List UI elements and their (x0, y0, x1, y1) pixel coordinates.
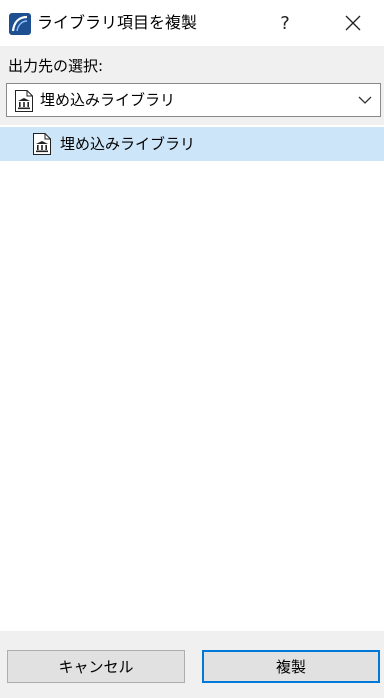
list-item-label: 埋め込みライブラリ (60, 135, 196, 153)
dialog-title: ライブラリ項目を複製 (37, 13, 198, 32)
embedded-library-icon (33, 133, 51, 155)
cancel-button[interactable]: キャンセル (7, 650, 185, 683)
embedded-library-icon (15, 90, 33, 112)
destination-dropdown[interactable]: 埋め込みライブラリ (6, 83, 381, 117)
archicad-app-icon (9, 13, 31, 35)
duplicate-button[interactable]: 複製 (202, 650, 380, 683)
close-button[interactable] (330, 0, 376, 46)
library-list: 埋め込みライブラリ (0, 125, 384, 631)
destination-label: 出力先の選択: (8, 57, 104, 75)
title-bar: ライブラリ項目を複製 ? (0, 0, 384, 46)
help-button[interactable]: ? (262, 0, 308, 46)
close-icon (345, 15, 361, 31)
destination-selected-value: 埋め込みライブラリ (40, 91, 176, 109)
duplicate-library-item-dialog: ライブラリ項目を複製 ? 出力先の選択: 埋め込みライブラリ 埋め込みライブラリ… (0, 0, 384, 698)
dialog-body: 出力先の選択: 埋め込みライブラリ 埋め込みライブラリ キャンセル 複製 (0, 46, 384, 698)
duplicate-label: 複製 (275, 658, 306, 676)
cancel-label: キャンセル (58, 658, 134, 676)
list-item[interactable]: 埋め込みライブラリ (0, 127, 384, 161)
chevron-down-icon (358, 96, 372, 104)
help-label: ? (280, 12, 290, 34)
